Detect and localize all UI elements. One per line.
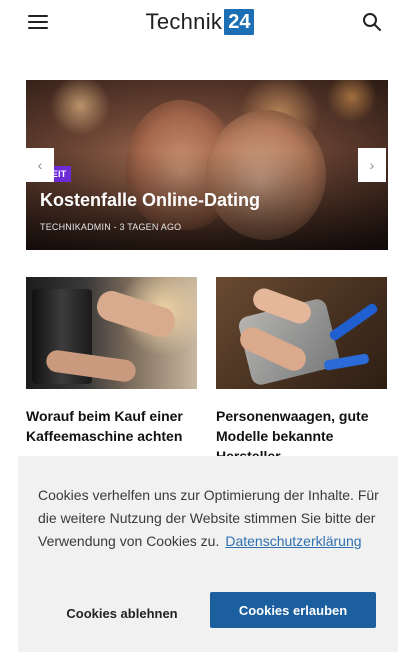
hero-title[interactable]: Kostenfalle Online-Dating (40, 190, 260, 211)
article-image-coffee-machine[interactable] (26, 277, 197, 389)
decline-cookies-button[interactable]: Cookies ablehnen (42, 596, 202, 630)
hamburger-menu-icon[interactable] (26, 12, 50, 32)
chevron-right-icon[interactable]: › (358, 148, 386, 182)
search-icon[interactable] (360, 10, 384, 34)
hero-meta: TECHNIKADMIN - 3 TAGEN AGO (40, 222, 182, 232)
article-title[interactable]: Worauf beim Kauf einer Kaffeemaschine ac… (26, 406, 201, 446)
dumbbell-shape (328, 302, 379, 342)
article-image-scale[interactable] (216, 277, 387, 389)
logo-badge: 24 (224, 9, 255, 35)
site-logo[interactable]: Technik 24 (146, 9, 255, 35)
hand-shape (93, 287, 179, 341)
privacy-policy-link[interactable]: Datenschutzerklärung (225, 533, 361, 549)
site-header: Technik 24 (0, 0, 400, 44)
logo-text: Technik (145, 9, 223, 34)
accept-cookies-button[interactable]: Cookies erlauben (210, 592, 376, 628)
cookie-banner: Cookies verhelfen uns zur Optimierung de… (18, 456, 398, 652)
chevron-left-icon[interactable]: ‹ (26, 148, 54, 182)
cookie-text: Cookies verhelfen uns zur Optimierung de… (38, 484, 380, 553)
page: Technik 24 REIZEIT Kostenfalle Online-Da… (0, 0, 400, 652)
